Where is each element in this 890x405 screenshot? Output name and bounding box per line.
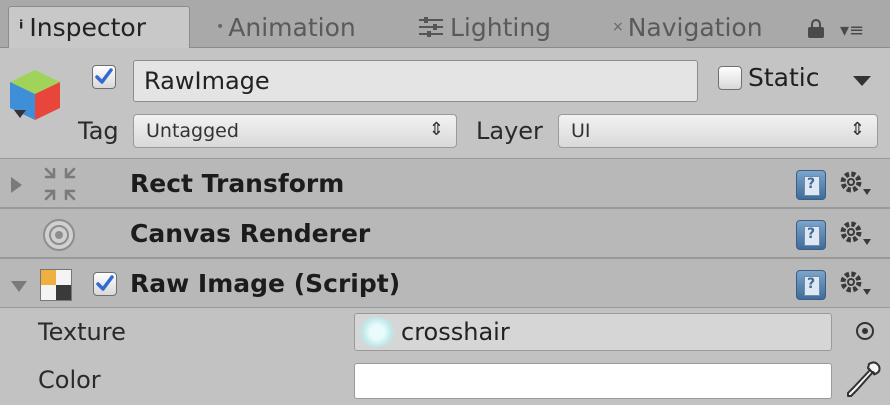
color-label: Color [38,366,101,394]
component-title: Canvas Renderer [130,219,371,248]
eyedropper-icon[interactable] [845,360,881,400]
info-icon: ⁱ [19,15,24,40]
static-dropdown-arrow[interactable] [853,76,871,86]
tag-value: Untagged [146,120,239,142]
tag-dropdown[interactable]: Untagged ⇕ [133,114,457,148]
tag-label: Tag [78,117,119,145]
raw-image-icon [40,269,72,301]
tab-navigation[interactable]: × Navigation [612,6,763,48]
lighting-icon [418,16,444,38]
tab-inspector[interactable]: ⁱ Inspector [8,6,190,48]
texture-field[interactable]: crosshair [354,313,832,351]
rect-transform-icon [44,167,76,201]
tab-lighting-label: Lighting [450,12,552,42]
help-icon[interactable]: ? [796,220,826,250]
tab-animation[interactable]: • Animation [216,6,356,48]
component-rect-transform[interactable]: Rect Transform ? [0,158,890,208]
tab-bar: ⁱ Inspector • Animation Lighting × Navig… [0,0,890,48]
static-checkbox[interactable] [718,66,742,90]
gear-icon[interactable] [838,219,872,249]
tab-lighting[interactable]: Lighting [418,6,551,48]
tag-dropdown-arrows: ⇕ [428,119,444,140]
layer-value: UI [571,120,591,142]
gameobject-name-field[interactable]: RawImage [133,60,698,102]
gear-icon[interactable] [838,269,872,299]
texture-value: crosshair [401,318,510,346]
component-title: Raw Image (Script) [130,269,401,298]
tab-navigation-label: Navigation [627,12,763,42]
component-raw-image[interactable]: Raw Image (Script) ? [0,258,890,308]
canvas-renderer-icon [43,219,75,251]
menu-icon[interactable]: ▾≡ [840,20,864,41]
layer-dropdown[interactable]: UI ⇕ [558,114,878,148]
texture-thumbnail [359,317,395,347]
help-icon[interactable]: ? [796,270,826,300]
component-title: Rect Transform [130,169,345,198]
layer-dropdown-arrows: ⇕ [849,119,865,140]
gameobject-name-value: RawImage [144,67,270,95]
object-picker-icon[interactable] [856,322,874,340]
animation-icon: • [216,19,225,35]
tab-inspector-label: Inspector [29,13,147,42]
color-field[interactable] [354,363,832,399]
lock-icon[interactable] [808,19,824,38]
foldout-arrow[interactable] [11,177,22,193]
tab-animation-label: Animation [228,12,356,42]
gear-icon[interactable] [838,169,872,199]
static-label: Static [748,63,820,92]
texture-label: Texture [38,318,126,346]
component-canvas-renderer[interactable]: Canvas Renderer ? [0,208,890,258]
foldout-arrow[interactable] [11,281,27,292]
active-checkbox[interactable] [92,65,116,89]
layer-label: Layer [476,117,543,145]
navigation-icon: × [612,19,624,35]
help-icon[interactable]: ? [796,170,826,200]
raw-image-enabled-checkbox[interactable] [93,272,117,296]
gameobject-cube-icon [10,70,60,120]
